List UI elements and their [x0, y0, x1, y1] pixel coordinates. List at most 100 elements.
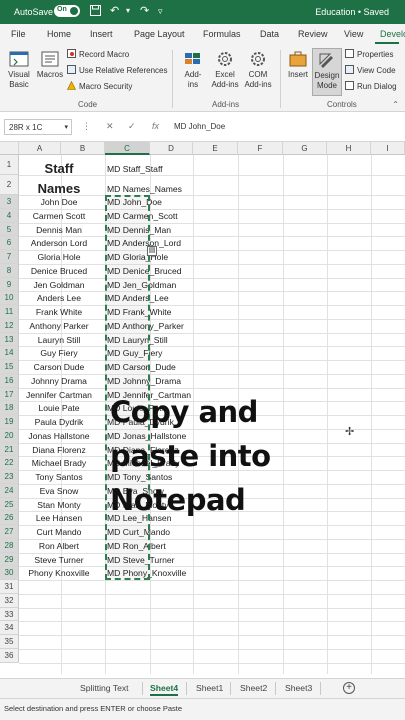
column-header-g[interactable]: G	[283, 142, 327, 155]
cell-a-name[interactable]: Phony Knoxville	[19, 568, 99, 578]
column-header-c[interactable]: C	[105, 142, 150, 155]
autosave-toggle[interactable]: On	[54, 5, 80, 17]
sheet-tab-sheet1[interactable]: Sheet1	[196, 683, 223, 693]
cell-a-name[interactable]: Lee Hansen	[19, 513, 99, 523]
worksheet-grid[interactable]: ABCDEFGHI 1 2 3 4 5 6 7 8 9 10 11 12 13 14 15 16 17 18 19 2…	[0, 142, 405, 674]
enter-icon[interactable]: ✓	[128, 121, 136, 132]
cell-a-name[interactable]: Jen Goldman	[19, 280, 99, 290]
cell-a-name[interactable]: Steve Turner	[19, 555, 99, 565]
tab-developer[interactable]: Developer	[380, 29, 405, 39]
select-all-corner[interactable]	[0, 142, 19, 155]
row-header-14[interactable]: 14	[0, 346, 19, 360]
column-header-e[interactable]: E	[193, 142, 238, 155]
row-header-19[interactable]: 19	[0, 415, 19, 429]
cell-a-name[interactable]: Curt Mando	[19, 527, 99, 537]
redo-icon[interactable]: ↷	[140, 5, 149, 17]
macro-security-button[interactable]: Macro Security	[67, 80, 132, 93]
row-header-9[interactable]: 9	[0, 277, 19, 292]
column-header-f[interactable]: F	[238, 142, 283, 155]
addins-button[interactable]: Add-ins	[178, 50, 208, 90]
cell-c1[interactable]: MD Staff_Staff	[107, 164, 163, 174]
tab-formulas[interactable]: Formulas	[203, 29, 241, 39]
cell-a-name[interactable]: Anderson Lord	[19, 238, 99, 248]
cell-a-name[interactable]: Denice Bruced	[19, 266, 99, 276]
row-header-5[interactable]: 5	[0, 222, 19, 237]
cell-a-name[interactable]: John Doe	[19, 197, 99, 207]
save-icon[interactable]	[90, 5, 101, 19]
customize-qat-icon[interactable]: ▿	[158, 5, 163, 17]
com-addins-button[interactable]: COM Add-ins	[242, 50, 274, 90]
cell-a-name[interactable]: Jonas Hallstone	[19, 431, 99, 441]
add-sheet-icon[interactable]: +	[343, 682, 355, 694]
row-header-3[interactable]: 3	[0, 195, 19, 209]
insert-function-icon[interactable]: fx	[152, 121, 159, 131]
paste-options-icon[interactable]: ▤	[147, 246, 157, 256]
tab-view[interactable]: View	[344, 29, 363, 39]
row-header-17[interactable]: 17	[0, 387, 19, 402]
tab-review[interactable]: Review	[298, 29, 328, 39]
cancel-icon[interactable]: ✕	[106, 121, 114, 132]
design-mode-button[interactable]: Design Mode	[312, 48, 342, 96]
row-header-32[interactable]: 32	[0, 593, 19, 608]
row-header-34[interactable]: 34	[0, 621, 19, 635]
sheet-tab-sheet4[interactable]: Sheet4	[150, 683, 179, 696]
undo-icon[interactable]: ↶	[110, 5, 119, 17]
cell-c2[interactable]: MD Names_Names	[107, 184, 182, 194]
row-header-33[interactable]: 33	[0, 607, 19, 622]
properties-button[interactable]: Properties	[345, 49, 393, 61]
row-header-31[interactable]: 31	[0, 580, 19, 594]
column-header-h[interactable]: H	[327, 142, 371, 155]
column-header-d[interactable]: D	[150, 142, 193, 155]
formula-input[interactable]: MD John_Doe	[174, 122, 225, 131]
insert-control-button[interactable]: Insert	[285, 50, 311, 80]
collapse-ribbon-icon[interactable]: ⌃	[392, 100, 399, 109]
row-header-8[interactable]: 8	[0, 263, 19, 278]
row-header-15[interactable]: 15	[0, 360, 19, 374]
cell-a-name[interactable]: Michael Brady	[19, 458, 99, 468]
sheet-tab-sheet2[interactable]: Sheet2	[240, 683, 267, 693]
tab-home[interactable]: Home	[47, 29, 71, 39]
row-header-13[interactable]: 13	[0, 332, 19, 347]
cell-a-name[interactable]: Anders Lee	[19, 293, 99, 303]
sheet-tab-splitting-text[interactable]: Splitting Text	[80, 683, 129, 693]
row-header-24[interactable]: 24	[0, 483, 19, 498]
row-header-12[interactable]: 12	[0, 318, 19, 333]
sheet-tab-sheet3[interactable]: Sheet3	[285, 683, 312, 693]
row-header-18[interactable]: 18	[0, 401, 19, 415]
record-macro-button[interactable]: Record Macro	[67, 49, 129, 61]
row-header-36[interactable]: 36	[0, 648, 19, 663]
cell-a-name[interactable]: Dennis Man	[19, 225, 99, 235]
column-header-i[interactable]: I	[371, 142, 405, 155]
column-header-b[interactable]: B	[61, 142, 105, 155]
cell-a-name[interactable]: Frank White	[19, 307, 99, 317]
relative-references-button[interactable]: Use Relative References	[67, 65, 167, 77]
tab-file[interactable]: File	[11, 29, 26, 39]
tab-data[interactable]: Data	[260, 29, 279, 39]
cell-a2-names[interactable]: Names	[19, 181, 99, 196]
undo-dropdown-icon[interactable]: ▾	[126, 5, 130, 17]
row-header-21[interactable]: 21	[0, 442, 19, 457]
document-title[interactable]: Education • Saved	[315, 7, 389, 17]
row-header-29[interactable]: 29	[0, 552, 19, 567]
row-header-28[interactable]: 28	[0, 538, 19, 553]
row-header-1[interactable]: 1	[0, 155, 19, 175]
row-header-4[interactable]: 4	[0, 208, 19, 223]
run-dialog-button[interactable]: Run Dialog	[345, 81, 397, 93]
cell-a-name[interactable]: Tony Santos	[19, 472, 99, 482]
row-header-20[interactable]: 20	[0, 428, 19, 443]
cell-a-name[interactable]: Lauryn Still	[19, 335, 99, 345]
cell-a-name[interactable]: Stan Monty	[19, 500, 99, 510]
cell-a-name[interactable]: Johnny Drama	[19, 376, 99, 386]
row-header-22[interactable]: 22	[0, 456, 19, 470]
cell-a-name[interactable]: Ron Albert	[19, 541, 99, 551]
excel-addins-button[interactable]: Excel Add-ins	[209, 50, 241, 90]
row-header-11[interactable]: 11	[0, 305, 19, 319]
cell-a-name[interactable]: Carmen Scott	[19, 211, 99, 221]
cell-a-name[interactable]: Diana Florenz	[19, 445, 99, 455]
chevron-down-icon[interactable]: ▾	[64, 123, 68, 131]
row-header-7[interactable]: 7	[0, 250, 19, 264]
row-header-10[interactable]: 10	[0, 291, 19, 305]
cell-a-name[interactable]: Gloria Hole	[19, 252, 99, 262]
row-header-16[interactable]: 16	[0, 373, 19, 388]
cell-a-name[interactable]: Carson Dude	[19, 362, 99, 372]
